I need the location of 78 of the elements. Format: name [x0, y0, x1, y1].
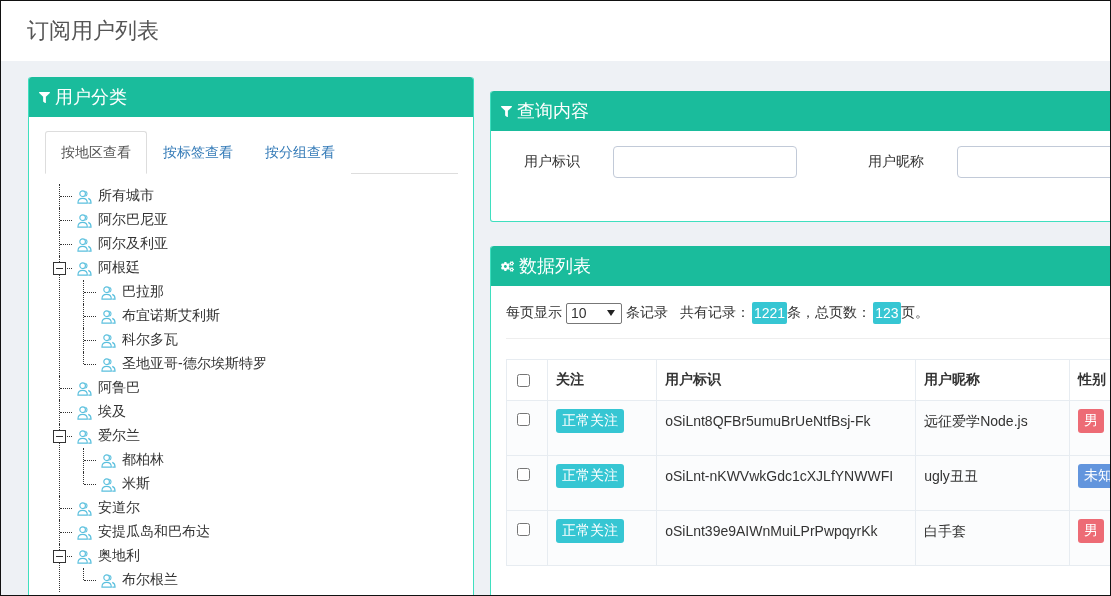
filter-icon	[39, 91, 50, 103]
tree-item[interactable]: 爱尔兰	[98, 427, 140, 445]
panel-title: 数据列表	[519, 255, 591, 278]
users-icon	[101, 332, 116, 348]
tree-item[interactable]: 阿根廷	[98, 259, 140, 277]
column-header: 用户昵称	[915, 359, 1070, 401]
tree-item[interactable]: 科尔多瓦	[122, 331, 178, 349]
tree-item[interactable]: 安道尔	[98, 499, 140, 517]
field-label: 用户标识	[523, 153, 581, 171]
users-icon	[77, 212, 92, 228]
users-icon	[77, 236, 92, 252]
page-title: 订阅用户列表	[27, 17, 159, 45]
gender-badge: 未知	[1077, 464, 1110, 488]
field-label: 用户昵称	[867, 153, 925, 171]
column-header: 用户标识	[656, 359, 916, 401]
tree-item[interactable]: 安提瓜岛和巴布达	[98, 523, 210, 541]
users-icon	[101, 452, 116, 468]
table-cell-text: oSiLnt-nKWVwkGdc1cXJLfYNWWFI	[665, 467, 894, 484]
users-icon	[77, 380, 92, 396]
table-cell-text: oSiLnt39e9AIWnMuiLPrPwpqyrKk	[665, 522, 878, 539]
input-field[interactable]	[613, 146, 797, 178]
users-icon	[77, 548, 92, 564]
tree-item[interactable]: 阿尔及利亚	[98, 235, 168, 253]
collapse-toggle[interactable]	[53, 550, 66, 563]
collapse-toggle[interactable]	[53, 262, 66, 275]
gears-icon	[501, 259, 514, 273]
tree-item[interactable]: 奥地利	[98, 547, 140, 565]
users-icon	[101, 284, 116, 300]
tree-item[interactable]: 米斯	[122, 475, 150, 493]
collapse-toggle[interactable]	[53, 430, 66, 443]
users-icon	[77, 188, 92, 204]
status-badge: 正常关注	[556, 519, 625, 543]
tree-item[interactable]: 所有城市	[98, 187, 154, 205]
table-cell-text: ugly丑丑	[924, 467, 978, 486]
tree-item[interactable]: 布尔根兰	[122, 571, 178, 589]
table-cell-text: 远征爱学Node.js	[924, 412, 1028, 431]
gender-badge: 男	[1077, 519, 1104, 543]
filter-icon	[501, 105, 512, 117]
tree-item[interactable]: 布宜诺斯艾利斯	[122, 307, 220, 325]
status-badge: 正常关注	[556, 464, 625, 488]
record-count: 1221	[752, 302, 788, 324]
tree-item[interactable]: 阿鲁巴	[98, 379, 140, 397]
row-checkbox[interactable]	[517, 413, 530, 426]
users-icon	[77, 500, 92, 516]
gender-badge: 男	[1077, 409, 1104, 433]
table-cell-text: 白手套	[924, 522, 967, 541]
page-count: 123	[873, 302, 901, 324]
status-badge: 正常关注	[556, 409, 625, 433]
users-icon	[77, 260, 92, 276]
tree-item[interactable]: 圣地亚哥-德尔埃斯特罗	[122, 355, 267, 373]
caret-icon	[607, 310, 615, 316]
pager-label: 条，总页数：	[787, 304, 872, 322]
table-cell-text: oSiLnt8QFBr5umuBrUeNtfBsj-Fk	[665, 412, 871, 429]
row-checkbox[interactable]	[517, 468, 530, 481]
column-header: 关注	[547, 359, 657, 401]
panel-title: 用户分类	[55, 86, 127, 109]
row-checkbox[interactable]	[517, 523, 530, 536]
users-icon	[77, 524, 92, 540]
select-all-checkbox[interactable]	[517, 374, 530, 387]
users-icon	[101, 572, 116, 588]
input-field[interactable]	[957, 146, 1110, 178]
tree-item[interactable]: 阿尔巴尼亚	[98, 211, 168, 229]
pager-label: 条记录	[626, 304, 668, 322]
pager-label: 页。	[900, 304, 929, 322]
pager-label: 每页显示	[506, 304, 562, 322]
tab[interactable]: 按地区查看	[45, 131, 147, 174]
tree-item[interactable]: 都柏林	[122, 451, 164, 469]
tree-item[interactable]: 巴拉那	[122, 283, 164, 301]
users-icon	[101, 476, 116, 492]
page-size-select[interactable]: 10	[566, 302, 622, 324]
column-header: 性别	[1069, 359, 1110, 401]
users-icon	[77, 428, 92, 444]
users-icon	[101, 308, 116, 324]
users-icon	[101, 356, 116, 372]
pager-label: 共有记录：	[680, 304, 750, 322]
users-icon	[77, 404, 92, 420]
tree-item[interactable]: 埃及	[98, 403, 126, 421]
panel-title: 查询内容	[517, 100, 589, 123]
